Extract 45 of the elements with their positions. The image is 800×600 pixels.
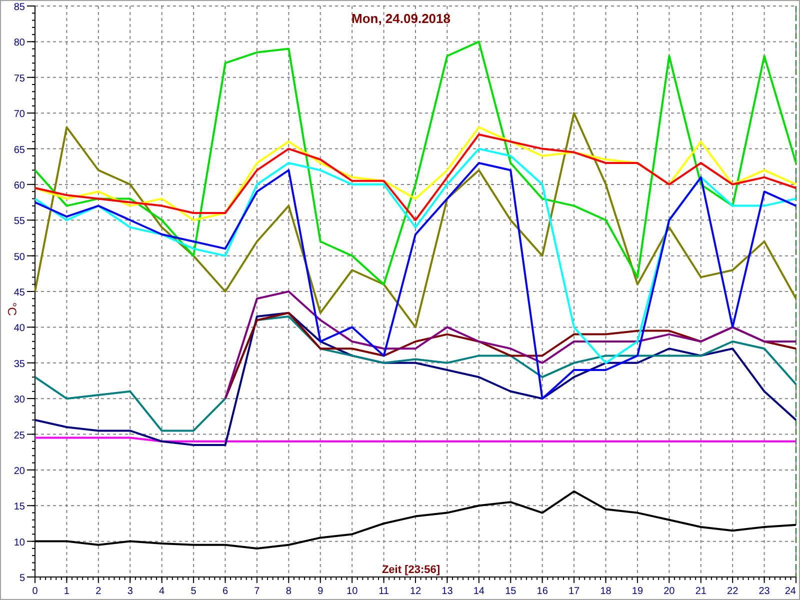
x-tick-label: 9: [318, 586, 324, 597]
x-tick-label: 6: [222, 586, 228, 597]
y-tick-label: 40: [14, 323, 25, 334]
x-tick-label: 13: [442, 586, 453, 597]
y-tick-label: 75: [14, 73, 25, 84]
y-tick-label: 20: [14, 466, 25, 477]
x-tick-label: 0: [32, 586, 38, 597]
x-tick-label: 2: [96, 586, 102, 597]
x-tick-label: 16: [536, 586, 548, 597]
x-tick-label: 8: [286, 586, 292, 597]
x-tick-label: 21: [695, 586, 706, 597]
y-tick-label: 60: [14, 180, 25, 192]
x-tick-label: 19: [632, 586, 644, 597]
y-tick-label: 25: [14, 430, 25, 442]
y-tick-label: 30: [14, 394, 25, 406]
y-tick-label: 5: [19, 573, 25, 584]
y-tick-label: 15: [14, 502, 25, 513]
y-tick-label: 50: [14, 252, 25, 263]
x-tick-label: 22: [727, 586, 738, 597]
x-tick-label: 10: [346, 586, 358, 597]
x-tick-label: 18: [600, 586, 612, 597]
x-tick-label: 7: [254, 586, 260, 597]
x-tick-label: 11: [378, 586, 389, 597]
x-tick-label: 15: [505, 586, 516, 597]
x-tick-label: 24: [784, 586, 796, 597]
y-tick-label: 85: [14, 2, 25, 13]
x-tick-label: 17: [568, 586, 580, 597]
x-axis-title: Zeit [23:56]: [382, 564, 440, 576]
x-tick-label: 14: [473, 586, 484, 597]
y-tick-label: 55: [14, 216, 25, 228]
x-tick-label: 23: [758, 586, 770, 597]
x-tick-label: 3: [127, 586, 133, 597]
x-tick-label: 1: [64, 586, 70, 597]
y-tick-label: 35: [14, 358, 25, 370]
x-tick-label: 5: [190, 586, 196, 597]
y-tick-label: 80: [14, 38, 25, 49]
chart-title: Mon, 24.09.2018: [352, 11, 450, 26]
y-tick-label: 45: [14, 288, 25, 298]
y-axis-title: °C: [5, 302, 19, 316]
y-tick-label: 70: [14, 109, 25, 120]
x-tick-label: 4: [159, 586, 165, 597]
x-tick-label: 20: [664, 586, 675, 597]
y-tick-label: 65: [14, 144, 25, 156]
y-tick-label: 10: [14, 537, 25, 548]
x-tick-label: 12: [410, 586, 422, 597]
